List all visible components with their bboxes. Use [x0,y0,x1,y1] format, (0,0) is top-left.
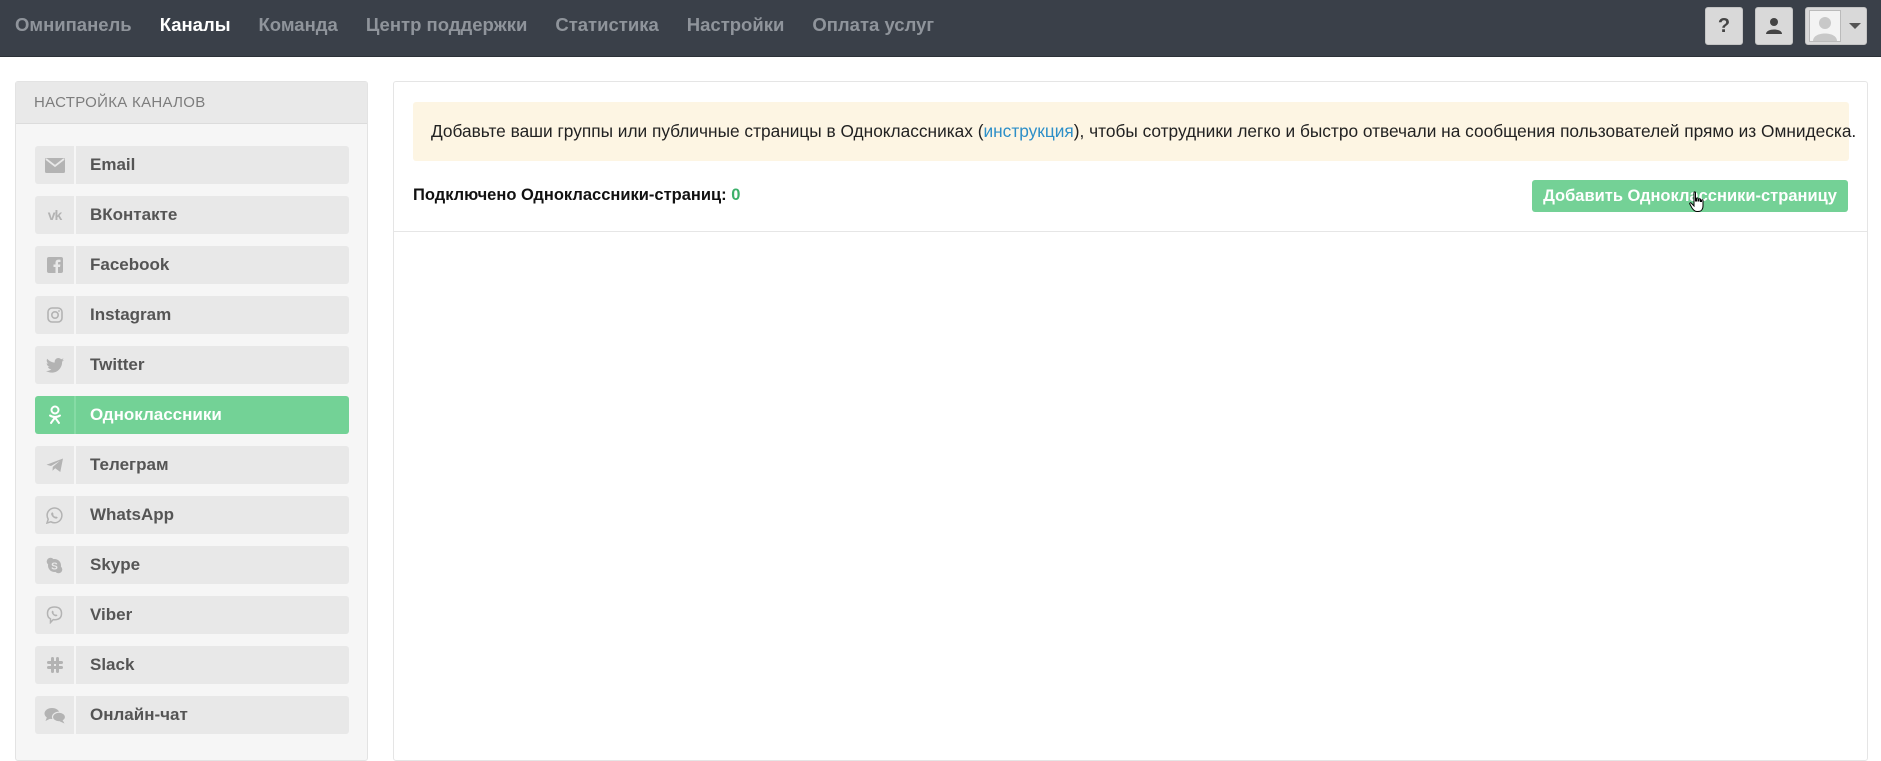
nav-item-settings[interactable]: Настройки [687,14,785,36]
channel-label: Twitter [90,355,145,374]
connected-label: Подключено Одноклассники-страниц: [413,186,727,204]
sidebar-title: НАСТРОЙКА КАНАЛОВ [16,82,367,124]
channel-label: WhatsApp [90,505,175,524]
user-button[interactable] [1755,7,1793,45]
channel-item-skype[interactable]: S Skype [35,546,349,584]
channel-label: Instagram [90,305,172,324]
channel-label: ВКонтакте [90,205,178,224]
caret-down-icon [1849,23,1861,29]
divider [394,231,1867,232]
nav-item-statistics[interactable]: Статистика [555,14,658,36]
channel-settings-sidebar: НАСТРОЙКА КАНАЛОВ Email vk ВКонтакте Fac… [15,81,368,761]
connected-pages-status: Подключено Одноклассники-страниц: 0 [413,186,740,205]
nav-item-support-center[interactable]: Центр поддержки [366,14,528,36]
channel-label: Email [90,155,136,174]
channel-label: Телеграм [90,455,169,474]
channel-item-twitter[interactable]: Twitter [35,346,349,384]
channel-item-odnoklassniki[interactable]: Одноклассники [35,396,349,434]
channel-label: Facebook [90,255,170,274]
profile-menu-button[interactable] [1805,7,1867,45]
top-navbar: Омнипанель Каналы Команда Центр поддержк… [0,0,1881,57]
channel-item-email[interactable]: Email [35,146,349,184]
channel-label: Skype [90,555,141,574]
avatar-icon [1809,10,1841,42]
vk-icon: vk [35,196,76,234]
channel-label: Онлайн-чат [90,705,188,724]
channel-list: Email vk ВКонтакте Facebook Instagram Tw… [35,146,349,746]
channel-main-panel: Добавьте ваши группы или публичные стран… [393,81,1868,761]
telegram-icon [35,446,76,484]
channel-item-telegram[interactable]: Телеграм [35,446,349,484]
twitter-icon [35,346,76,384]
channel-item-online-chat[interactable]: Онлайн-чат [35,696,349,734]
main-nav: Омнипанель Каналы Команда Центр поддержк… [15,0,962,50]
channel-label: Viber [90,605,133,624]
nav-item-omnipanel[interactable]: Омнипанель [15,14,132,36]
instruction-link[interactable]: инструкция [983,121,1073,142]
hand-cursor-icon [1689,191,1704,212]
info-notice: Добавьте ваши группы или публичные стран… [413,102,1856,161]
channel-item-whatsapp[interactable]: WhatsApp [35,496,349,534]
connected-count: 0 [731,186,741,204]
user-icon [1766,18,1782,34]
help-button[interactable]: ? [1705,7,1743,45]
channel-label: Одноклассники [90,405,222,424]
skype-icon: S [35,546,76,584]
notice-text-after: ), чтобы сотрудники легко и быстро отвеч… [1073,121,1857,141]
channel-item-viber[interactable]: Viber [35,596,349,634]
nav-item-billing[interactable]: Оплата услуг [812,14,934,36]
envelope-icon [35,146,76,184]
svg-text:S: S [51,561,58,572]
channel-item-vkontakte[interactable]: vk ВКонтакте [35,196,349,234]
channel-item-slack[interactable]: Slack [35,646,349,684]
whatsapp-icon [35,496,76,534]
odnoklassniki-icon [35,396,76,434]
channel-item-facebook[interactable]: Facebook [35,246,349,284]
nav-item-team[interactable]: Команда [259,14,338,36]
channel-label: Slack [90,655,135,674]
instagram-icon [35,296,76,334]
channel-item-instagram[interactable]: Instagram [35,296,349,334]
nav-item-channels[interactable]: Каналы [160,14,231,36]
help-icon: ? [1717,14,1731,37]
viber-icon [35,596,76,634]
slack-icon [35,646,76,684]
notice-text-before: Добавьте ваши группы или публичные стран… [431,121,984,141]
chat-icon [35,696,76,734]
facebook-icon [35,246,76,284]
